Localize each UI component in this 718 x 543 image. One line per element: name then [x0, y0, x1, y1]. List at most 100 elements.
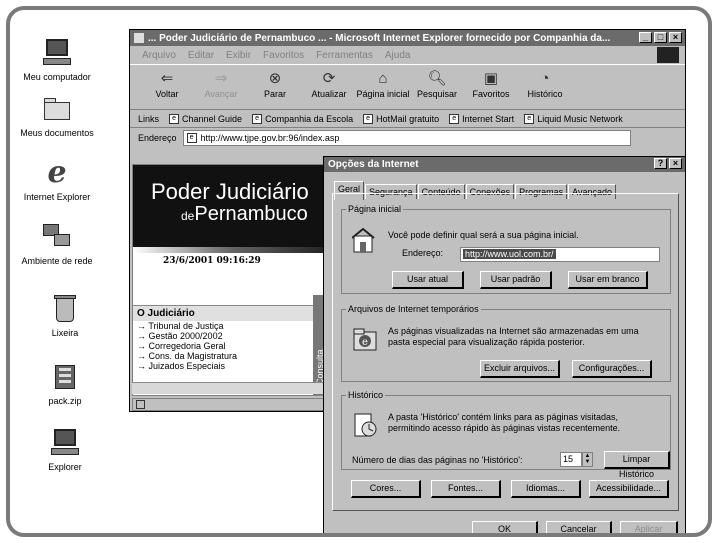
languages-button[interactable]: Idiomas...: [511, 480, 581, 498]
desktop-icon-pack-zip[interactable]: pack.zip: [20, 362, 110, 406]
history-days-input[interactable]: 15: [560, 452, 582, 467]
forward-arrow-icon: ⇒: [214, 70, 228, 87]
address-bar: Endereço e http://www.tjpe.gov.br:96/ind…: [130, 128, 685, 148]
help-button[interactable]: ?: [654, 158, 667, 169]
home-address-label: Endereço:: [402, 248, 444, 258]
desktop-icon-my-documents[interactable]: Meus documentos: [12, 94, 102, 138]
home-button[interactable]: ⌂ Página inicial: [356, 65, 410, 99]
forward-button[interactable]: ⇒ Avançar: [194, 65, 248, 99]
maximize-button[interactable]: □: [654, 32, 667, 43]
temp-files-text: As páginas visualizadas na Internet são …: [388, 326, 639, 347]
menu-arquivo[interactable]: Arquivo: [142, 50, 176, 61]
desktop-icon-label: Internet Explorer: [23, 192, 91, 202]
desktop-icon-label: Meu computador: [23, 72, 91, 82]
windows-logo-icon: [657, 47, 679, 63]
menu-favoritos[interactable]: Favoritos: [263, 50, 304, 61]
desktop-icon-internet-explorer[interactable]: e Internet Explorer: [12, 158, 102, 203]
search-icon: 🔍︎: [427, 70, 447, 87]
link-page-icon: e: [449, 113, 460, 124]
section-title: O Judiciário: [133, 305, 327, 321]
list-item[interactable]: → Gestão 2000/2002: [133, 331, 327, 341]
clear-history-button[interactable]: Limpar Histórico: [604, 451, 670, 479]
desktop-icon-label: Meus documentos: [20, 128, 94, 138]
menu-editar[interactable]: Editar: [188, 50, 214, 61]
zip-icon: [50, 362, 80, 392]
desktop-icon-label: Explorer: [48, 462, 82, 472]
page-icon: e: [186, 133, 197, 143]
link-companhia-da-escola[interactable]: e Companhia da Escola: [252, 113, 353, 124]
site-banner: Poder Judiciário dePernambuco: [133, 165, 327, 247]
group-legend: Página inicial: [348, 204, 402, 214]
desktop-icon-recycle-bin[interactable]: Lixeira: [20, 294, 110, 338]
use-current-button[interactable]: Usar atual: [392, 271, 464, 289]
history-icon: [352, 412, 378, 438]
banner-title-line1: Poder Judiciário: [151, 179, 309, 204]
stop-button[interactable]: ⊗ Parar: [248, 65, 302, 99]
desktop-icon-explorer[interactable]: Explorer: [20, 428, 110, 472]
web-content: Poder Judiciário dePernambuco 23/6/2001 …: [132, 164, 328, 396]
search-button[interactable]: 🔍︎ Pesquisar: [410, 65, 464, 99]
list-item[interactable]: → Juizados Especiais: [133, 361, 327, 371]
settings-button[interactable]: Configurações...: [572, 360, 652, 378]
close-button[interactable]: ×: [669, 32, 682, 43]
cancel-button[interactable]: Cancelar: [546, 521, 612, 533]
apply-button[interactable]: Aplicar: [620, 521, 678, 533]
desktop-icon-my-computer[interactable]: Meu computador: [12, 38, 102, 82]
link-internet-start[interactable]: e Internet Start: [449, 113, 514, 124]
desktop-icon-network[interactable]: Ambiente de rede: [12, 222, 102, 266]
back-button[interactable]: ⇐ Voltar: [140, 65, 194, 99]
horizontal-scrollbar[interactable]: [132, 382, 328, 394]
fonts-button[interactable]: Fontes...: [431, 480, 501, 498]
history-days-stepper[interactable]: ▲ ▼: [582, 452, 593, 467]
menu-ferramentas[interactable]: Ferramentas: [316, 50, 373, 61]
computer-icon: [42, 38, 72, 68]
history-icon: ◔: [540, 70, 550, 87]
menu-exibir[interactable]: Exibir: [226, 50, 251, 61]
ok-button[interactable]: OK: [472, 521, 538, 533]
dialog-titlebar[interactable]: Opções da Internet ? ×: [324, 157, 685, 172]
link-page-icon: e: [524, 113, 535, 124]
desktop-icon-label: Lixeira: [51, 328, 79, 338]
link-hotmail[interactable]: e HotMail gratuito: [363, 113, 439, 124]
accessibility-button[interactable]: Acessibilidade...: [589, 480, 669, 498]
delete-files-button[interactable]: Excluir arquivos...: [480, 360, 560, 378]
list-item[interactable]: → Corregedoria Geral: [133, 341, 327, 351]
judiciary-links: → Tribunal de Justiça → Gestão 2000/2002…: [133, 321, 327, 371]
svg-text:e: e: [362, 337, 368, 348]
home-address-input[interactable]: http://www.uol.com.br/: [460, 247, 660, 262]
address-input[interactable]: e http://www.tjpe.gov.br:96/index.asp: [182, 130, 631, 146]
list-item[interactable]: → Cons. da Magistratura: [133, 351, 327, 361]
ie-titlebar[interactable]: ... Poder Judiciário de Pernambuco ... -…: [130, 30, 685, 46]
dialog-close-button[interactable]: ×: [669, 158, 682, 169]
menu-ajuda[interactable]: Ajuda: [385, 50, 411, 61]
use-blank-button[interactable]: Usar em branco: [568, 271, 648, 289]
back-arrow-icon: ⇐: [160, 70, 174, 87]
page-datetime: 23/6/2001 09:16:29: [163, 256, 261, 266]
status-page-icon: [136, 400, 145, 409]
home-page-icon: [351, 227, 378, 254]
address-label: Endereço: [138, 133, 177, 143]
status-bar: [132, 398, 328, 411]
explorer-icon: [50, 428, 80, 458]
stop-icon: ⊗: [268, 70, 282, 87]
links-label: Links: [138, 113, 160, 124]
colors-button[interactable]: Cores...: [351, 480, 421, 498]
group-home-page: Página inicial Você pode definir qual se…: [341, 204, 671, 294]
ie-app-icon: [134, 33, 144, 43]
link-channel-guide[interactable]: e Channel Guide: [169, 113, 242, 124]
minimize-button[interactable]: _: [639, 32, 652, 43]
refresh-icon: ⟳: [322, 70, 336, 87]
ie-menubar: Arquivo Editar Exibir Favoritos Ferramen…: [130, 46, 685, 64]
refresh-button[interactable]: ⟳ Atualizar: [302, 65, 356, 99]
links-bar: Links e Channel Guide e Companhia da Escol…: [130, 110, 685, 128]
list-item[interactable]: → Tribunal de Justiça: [133, 321, 327, 331]
use-default-button[interactable]: Usar padrão: [480, 271, 552, 289]
favorites-button[interactable]: ▣ Favoritos: [464, 65, 518, 99]
screen-frame: Meu computador Meus documentos e Interne…: [6, 6, 712, 537]
history-button[interactable]: ◔ Histórico: [518, 65, 572, 99]
network-icon: [42, 222, 72, 252]
dialog-title: Opções da Internet: [328, 159, 419, 170]
tab-panel-geral: Página inicial Você pode definir qual se…: [332, 193, 679, 511]
link-liquid-music[interactable]: e Liquid Music Network: [524, 113, 623, 124]
history-text: A pasta 'Histórico' contém links para as…: [388, 412, 621, 433]
